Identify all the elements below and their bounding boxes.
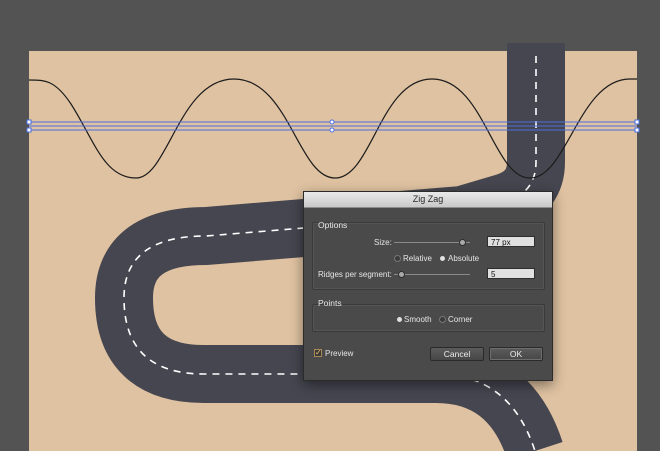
ridges-slider-knob[interactable] bbox=[398, 271, 405, 278]
center-handle-top[interactable] bbox=[329, 119, 335, 125]
preview-checkbox[interactable]: ✓ bbox=[314, 349, 322, 357]
absolute-radio[interactable] bbox=[440, 256, 445, 261]
anchor-handle-right-top[interactable] bbox=[634, 119, 640, 125]
size-input[interactable]: 77 px bbox=[487, 236, 535, 247]
relative-radio[interactable] bbox=[394, 255, 401, 262]
ok-button[interactable]: OK bbox=[489, 347, 543, 361]
corner-label[interactable]: Corner bbox=[448, 315, 472, 324]
anchor-handle-left-top[interactable] bbox=[26, 119, 32, 125]
ridges-input[interactable]: 5 bbox=[487, 268, 535, 279]
options-group-label: Options bbox=[318, 220, 348, 230]
road-top-cap bbox=[507, 43, 565, 52]
smooth-radio[interactable] bbox=[397, 317, 402, 322]
preview-label[interactable]: Preview bbox=[325, 349, 353, 358]
ridges-label: Ridges per segment: bbox=[318, 270, 392, 279]
anchor-handle-right-bottom[interactable] bbox=[634, 127, 640, 133]
center-handle-bottom[interactable] bbox=[329, 127, 335, 133]
corner-radio[interactable] bbox=[439, 316, 446, 323]
smooth-label[interactable]: Smooth bbox=[404, 315, 432, 324]
anchor-handle-left-bottom[interactable] bbox=[26, 127, 32, 133]
zig-zag-dialog: Zig Zag Options Size: 77 px Relative Abs… bbox=[303, 191, 553, 381]
points-group-label: Points bbox=[318, 298, 342, 308]
absolute-label[interactable]: Absolute bbox=[448, 254, 479, 263]
relative-label[interactable]: Relative bbox=[403, 254, 432, 263]
dialog-title: Zig Zag bbox=[304, 192, 552, 208]
cancel-button[interactable]: Cancel bbox=[430, 347, 484, 361]
size-label: Size: bbox=[374, 238, 392, 247]
ridges-slider-track[interactable] bbox=[394, 274, 470, 275]
size-slider-knob[interactable] bbox=[459, 239, 466, 246]
